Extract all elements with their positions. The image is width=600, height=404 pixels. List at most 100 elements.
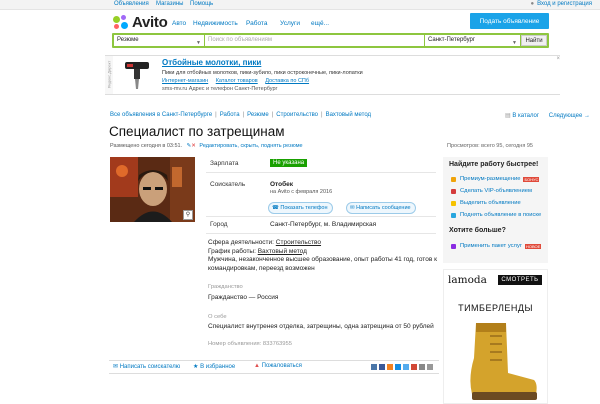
banner-view-button[interactable]: СМОТРЕТЬ <box>498 275 542 285</box>
post-meta: Размещено сегодня в 03:51. ✎✕ Редактиров… <box>110 143 303 149</box>
breadcrumb-construction[interactable]: Строительство <box>276 112 318 118</box>
highlight-icon <box>451 200 456 206</box>
action-bar: ✉ Написать соискателю ★ В избранное ▲ По… <box>109 360 439 374</box>
promo-item-premium[interactable]: Премиум-размещение БОНУС <box>451 176 540 182</box>
seeker-since: на Avito с февраля 2016 <box>270 189 333 195</box>
top-link-ads[interactable]: Объявления <box>114 1 149 7</box>
user-icon: ● <box>530 1 535 7</box>
search-input[interactable]: Поиск по объявлениям <box>205 35 424 46</box>
complain-label: Пожаловаться <box>261 363 302 369</box>
chat-icon: ✉ <box>113 364 119 370</box>
field-of-activity: Сфера деятельности: Строительство <box>208 239 322 246</box>
ad-link-shop[interactable]: Интернет-магазин <box>162 78 208 84</box>
logo-text: Avito <box>132 14 168 31</box>
ad-title[interactable]: Отбойные молотки, пики <box>162 58 261 67</box>
login-link[interactable]: ● Вход и регистрация <box>530 1 592 7</box>
package-label: Применить пакет услуг <box>460 243 522 249</box>
raise-label: Поднять объявление в поиске <box>460 212 542 218</box>
breadcrumb-jobs[interactable]: Работа <box>220 112 240 118</box>
ad-side-text: Яндекс.Директ <box>106 60 112 89</box>
divider <box>206 216 436 217</box>
promo-title: Найдите работу быстрее! <box>449 161 539 168</box>
field-link[interactable]: Строительство <box>276 239 321 246</box>
promo-item-raise[interactable]: Поднять объявление в поиске <box>451 212 541 218</box>
edit-link[interactable]: Редактировать, скрыть, поднять резюме <box>199 143 302 149</box>
promo-item-vip[interactable]: Сделать VIP-объявлением <box>451 188 532 194</box>
show-phone-label: Показать телефон <box>280 205 328 211</box>
gplus-share-icon[interactable] <box>411 364 417 370</box>
twitter-share-icon[interactable] <box>403 364 409 370</box>
favorite-label: В избранное <box>200 364 236 370</box>
breadcrumb-all[interactable]: Все объявления в Санкт-Петербурге <box>110 112 212 118</box>
print-icon[interactable] <box>427 364 433 370</box>
bonus-badge: БОНУС <box>523 176 540 182</box>
complain-button[interactable]: ▲ Пожаловаться <box>254 363 302 369</box>
vip-icon <box>451 188 456 194</box>
nav-auto[interactable]: Авто <box>172 20 186 27</box>
ad-side-label: Яндекс.Директ <box>105 56 113 94</box>
lamoda-logo: lamoda <box>448 274 487 286</box>
favorite-button[interactable]: ★ В избранное <box>193 363 235 370</box>
ok-share-icon[interactable] <box>387 364 393 370</box>
breadcrumb-resume[interactable]: Резюме <box>247 112 269 118</box>
write-seeker-button[interactable]: ✉ Написать соискателю <box>113 363 180 370</box>
city-select[interactable]: Санкт-Петербург ▼ <box>425 35 520 46</box>
search-bar: Резюме ▼ Поиск по объявлениям Санкт-Пете… <box>112 33 549 48</box>
promo-item-highlight[interactable]: Выделить объявление <box>451 200 521 206</box>
views-count: Просмотров: всего 95, сегодня 95 <box>447 143 533 149</box>
city-label: Город <box>210 221 228 228</box>
pager: ▤ В каталог Следующее → <box>505 112 590 119</box>
breadcrumb-shift[interactable]: Вахтовый метод <box>326 112 371 118</box>
facebook-share-icon[interactable] <box>379 364 385 370</box>
catalog-link[interactable]: В каталог <box>512 113 539 119</box>
top-link-help[interactable]: Помощь <box>190 1 213 7</box>
jackhammer-icon <box>125 62 149 89</box>
livejournal-share-icon[interactable] <box>419 364 425 370</box>
schedule-link[interactable]: Вахтовый метод <box>258 248 307 255</box>
category-select[interactable]: Резюме ▼ <box>114 35 204 46</box>
sponsored-ad: Яндекс.Директ Отбойные молотки, пики Пик… <box>105 55 560 95</box>
next-link[interactable]: Следующее → <box>549 113 590 119</box>
close-icon[interactable]: × <box>556 56 560 62</box>
write-message-button[interactable]: ✉ Написать сообщение <box>346 202 416 214</box>
post-ad-button[interactable]: Подать объявление <box>470 13 549 29</box>
boot-image <box>470 323 537 400</box>
nav-realty[interactable]: Недвижимость <box>193 20 238 27</box>
zoom-icon[interactable]: ⚲ <box>183 210 193 220</box>
ad-links: Интернет-магазин Каталог товаров Доставк… <box>162 78 315 84</box>
promo-item-package[interactable]: Применить пакет услуг НОВОЕ <box>451 243 542 249</box>
ad-description: Пики для отбойных молотков, пики-зубило,… <box>162 70 363 76</box>
mailru-share-icon[interactable] <box>395 364 401 370</box>
chat-icon: ✉ <box>350 205 355 211</box>
top-utility-bar: Объявления Магазины Помощь ● Вход и регис… <box>0 0 600 10</box>
relocation-line: командировкам, переезд возможен <box>208 264 315 272</box>
experience-line: Мужчина, незаконченное высшее образовани… <box>208 256 437 263</box>
posted-time: Размещено сегодня в 03:51. <box>110 143 183 149</box>
breadcrumb: Все объявления в Санкт-Петербурге | Работа… <box>110 112 372 118</box>
nav-jobs[interactable]: Работа <box>246 20 267 27</box>
divider <box>206 172 436 173</box>
vk-share-icon[interactable] <box>371 364 377 370</box>
new-badge: НОВОЕ <box>524 243 542 249</box>
show-phone-button[interactable]: ☎ Показать телефон <box>268 202 333 214</box>
phone-icon: ☎ <box>272 205 279 211</box>
warning-icon: ▲ <box>254 363 260 369</box>
city-value: Санкт-Петербург, м. Владимирская <box>270 221 377 228</box>
top-link-shops[interactable]: Магазины <box>156 1 183 7</box>
resume-photo[interactable]: ⚲ <box>110 157 195 222</box>
salary-badge: Не указана <box>270 159 308 167</box>
search-button[interactable]: Найти <box>521 35 547 46</box>
ad-link-delivery[interactable]: Доставка по СПб <box>265 78 309 84</box>
login-label: Вход и регистрация <box>537 1 592 7</box>
avito-logo[interactable]: Avito <box>113 14 168 31</box>
city-value: Санкт-Петербург <box>428 37 476 43</box>
ad-number: Номер объявления: 833763955 <box>208 341 292 347</box>
ad-link-catalog[interactable]: Каталог товаров <box>216 78 258 84</box>
nav-services[interactable]: Услуги <box>280 20 300 27</box>
lamoda-banner[interactable]: lamoda СМОТРЕТЬ ТИМБЕРЛЕНДЫ <box>443 269 548 404</box>
chevron-down-icon: ▼ <box>196 40 201 46</box>
seeker-label: Соискатель <box>210 181 246 188</box>
nav-more[interactable]: ещё... <box>311 20 329 27</box>
promo-sidebar: Найдите работу быстрее! Премиум-размещен… <box>443 157 548 263</box>
citizenship-value: Гражданство — Россия <box>208 294 279 301</box>
